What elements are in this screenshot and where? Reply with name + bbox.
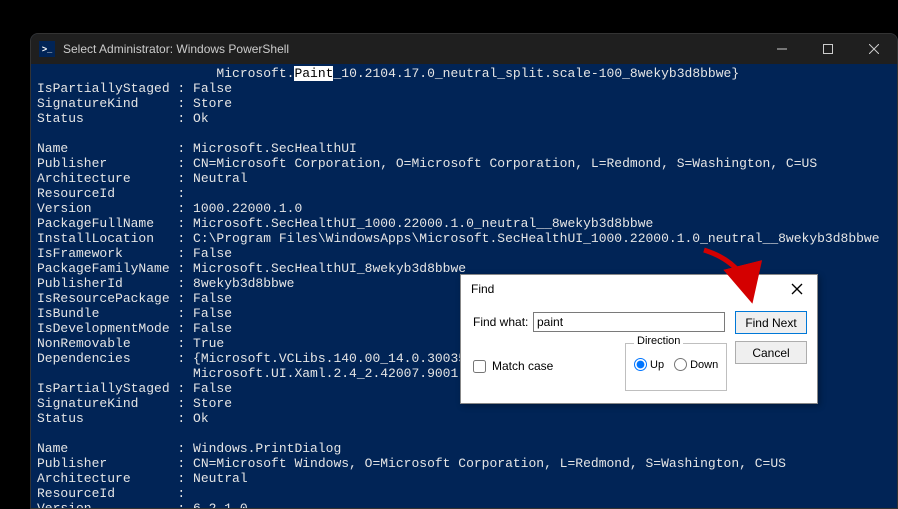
- find-what-input[interactable]: [533, 312, 725, 332]
- terminal-line: Publisher : CN=Microsoft Corporation, O=…: [37, 156, 891, 171]
- direction-down-option[interactable]: Down: [674, 358, 718, 371]
- terminal-line: Version : 6.2.1.0: [37, 501, 891, 509]
- maximize-button[interactable]: [805, 34, 851, 64]
- powershell-icon: >_: [39, 41, 55, 57]
- terminal-line: [37, 126, 891, 141]
- find-dialog: Find Find what: Match case Direction Up …: [460, 274, 818, 404]
- terminal-line: Name : Windows.PrintDialog: [37, 441, 891, 456]
- direction-up-option[interactable]: Up: [634, 358, 664, 371]
- terminal-line: Version : 1000.22000.1.0: [37, 201, 891, 216]
- find-next-button[interactable]: Find Next: [735, 311, 807, 334]
- terminal-line: Name : Microsoft.SecHealthUI: [37, 141, 891, 156]
- terminal-line: Architecture : Neutral: [37, 471, 891, 486]
- direction-down-label: Down: [690, 359, 718, 371]
- terminal-line: ResourceId :: [37, 486, 891, 501]
- terminal-line: Architecture : Neutral: [37, 171, 891, 186]
- match-case-checkbox[interactable]: [473, 360, 486, 373]
- maximize-icon: [823, 44, 833, 54]
- terminal-line: IsPartiallyStaged : False: [37, 81, 891, 96]
- close-icon: [791, 283, 803, 295]
- minimize-icon: [777, 44, 787, 54]
- terminal-line: ResourceId :: [37, 186, 891, 201]
- close-icon: [869, 44, 879, 54]
- powershell-window: >_ Select Administrator: Windows PowerSh…: [30, 33, 898, 509]
- close-button[interactable]: [851, 34, 897, 64]
- direction-group-label: Direction: [634, 335, 683, 347]
- terminal-line: Microsoft.Paint_10.2104.17.0_neutral_spl…: [37, 66, 891, 81]
- direction-group: Direction Up Down: [625, 343, 727, 391]
- terminal-line: [37, 426, 891, 441]
- find-what-label: Find what:: [473, 315, 528, 329]
- terminal-line: PackageFullName : Microsoft.SecHealthUI_…: [37, 216, 891, 231]
- terminal-line: IsFramework : False: [37, 246, 891, 261]
- terminal-line: SignatureKind : Store: [37, 96, 891, 111]
- window-title: Select Administrator: Windows PowerShell: [63, 42, 289, 56]
- terminal-line: Status : Ok: [37, 411, 891, 426]
- terminal-line: Publisher : CN=Microsoft Windows, O=Micr…: [37, 456, 891, 471]
- direction-down-radio[interactable]: [674, 358, 687, 371]
- terminal-line: InstallLocation : C:\Program Files\Windo…: [37, 231, 891, 246]
- direction-up-radio[interactable]: [634, 358, 647, 371]
- direction-up-label: Up: [650, 359, 664, 371]
- find-dialog-close-button[interactable]: [787, 279, 807, 299]
- cancel-button[interactable]: Cancel: [735, 341, 807, 364]
- match-case-label: Match case: [492, 359, 553, 373]
- minimize-button[interactable]: [759, 34, 805, 64]
- terminal-line: Status : Ok: [37, 111, 891, 126]
- find-dialog-titlebar[interactable]: Find: [461, 275, 817, 303]
- titlebar[interactable]: >_ Select Administrator: Windows PowerSh…: [31, 34, 897, 64]
- find-dialog-title: Find: [471, 282, 787, 296]
